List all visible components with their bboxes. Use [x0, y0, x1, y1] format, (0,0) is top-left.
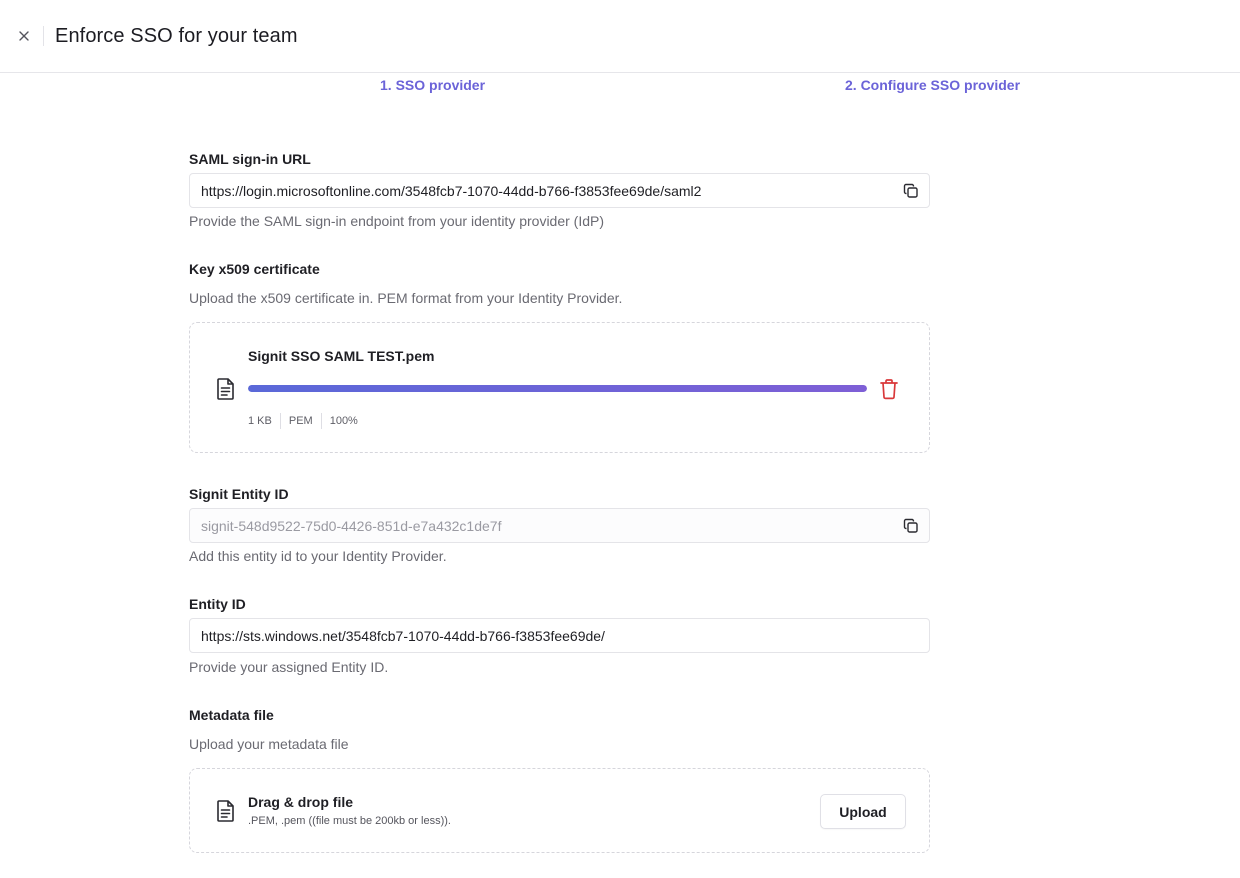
- entity-id-label: Entity ID: [189, 596, 246, 612]
- dropzone-title: Drag & drop file: [248, 794, 354, 810]
- signit-entity-id-label: Signit Entity ID: [189, 486, 289, 502]
- signit-entity-id-input[interactable]: [201, 509, 891, 542]
- file-type: PEM: [288, 415, 313, 427]
- signit-entity-id-field[interactable]: [189, 508, 930, 543]
- signit-entity-id-help: Add this entity id to your Identity Prov…: [189, 548, 447, 564]
- meta-divider: [320, 413, 322, 429]
- copy-icon: [903, 518, 918, 533]
- certificate-file-name: Signit SSO SAML TEST.pem: [248, 348, 435, 364]
- certificate-help: Upload the x509 certificate in. PEM form…: [189, 290, 623, 306]
- meta-divider: [279, 413, 281, 429]
- certificate-label: Key x509 certificate: [189, 261, 320, 277]
- entity-id-help: Provide your assigned Entity ID.: [189, 659, 389, 675]
- copy-signit-entity-id-button[interactable]: [902, 517, 920, 535]
- trash-icon: [880, 379, 898, 400]
- page-title: Enforce SSO for your team: [55, 25, 298, 47]
- header: Enforce SSO for your team: [0, 0, 1240, 73]
- saml-url-help: Provide the SAML sign-in endpoint from y…: [189, 213, 605, 229]
- close-icon: [19, 31, 29, 41]
- copy-saml-url-button[interactable]: [902, 182, 920, 200]
- saml-url-input[interactable]: [201, 174, 891, 207]
- upload-progress-fill: [248, 385, 867, 392]
- dropzone-hint: .PEM, .pem ((file must be 200kb or less)…: [248, 815, 451, 827]
- certificate-file-meta: 1 KB PEM 100%: [248, 413, 358, 429]
- certificate-upload-card: Signit SSO SAML TEST.pem 1 KB PEM 100%: [189, 322, 930, 453]
- delete-certificate-button[interactable]: [878, 377, 900, 401]
- upload-button[interactable]: Upload: [820, 794, 906, 829]
- metadata-file-help: Upload your metadata file: [189, 736, 349, 752]
- entity-id-input[interactable]: [201, 619, 891, 652]
- upload-progress-bar: [248, 385, 867, 392]
- entity-id-field[interactable]: [189, 618, 930, 653]
- step-configure-sso-provider[interactable]: 2. Configure SSO provider: [845, 76, 1020, 94]
- saml-url-label: SAML sign-in URL: [189, 151, 311, 167]
- document-icon: [217, 800, 234, 822]
- step-sso-provider[interactable]: 1. SSO provider: [380, 76, 485, 94]
- metadata-dropzone[interactable]: Drag & drop file .PEM, .pem ((file must …: [189, 768, 930, 853]
- metadata-file-label: Metadata file: [189, 707, 274, 723]
- saml-url-field[interactable]: [189, 173, 930, 208]
- document-icon: [217, 378, 234, 400]
- copy-icon: [903, 183, 918, 198]
- upload-progress-text: 100%: [329, 415, 358, 427]
- file-size: 1 KB: [248, 415, 272, 427]
- header-divider: [43, 26, 44, 46]
- close-button[interactable]: [12, 24, 36, 48]
